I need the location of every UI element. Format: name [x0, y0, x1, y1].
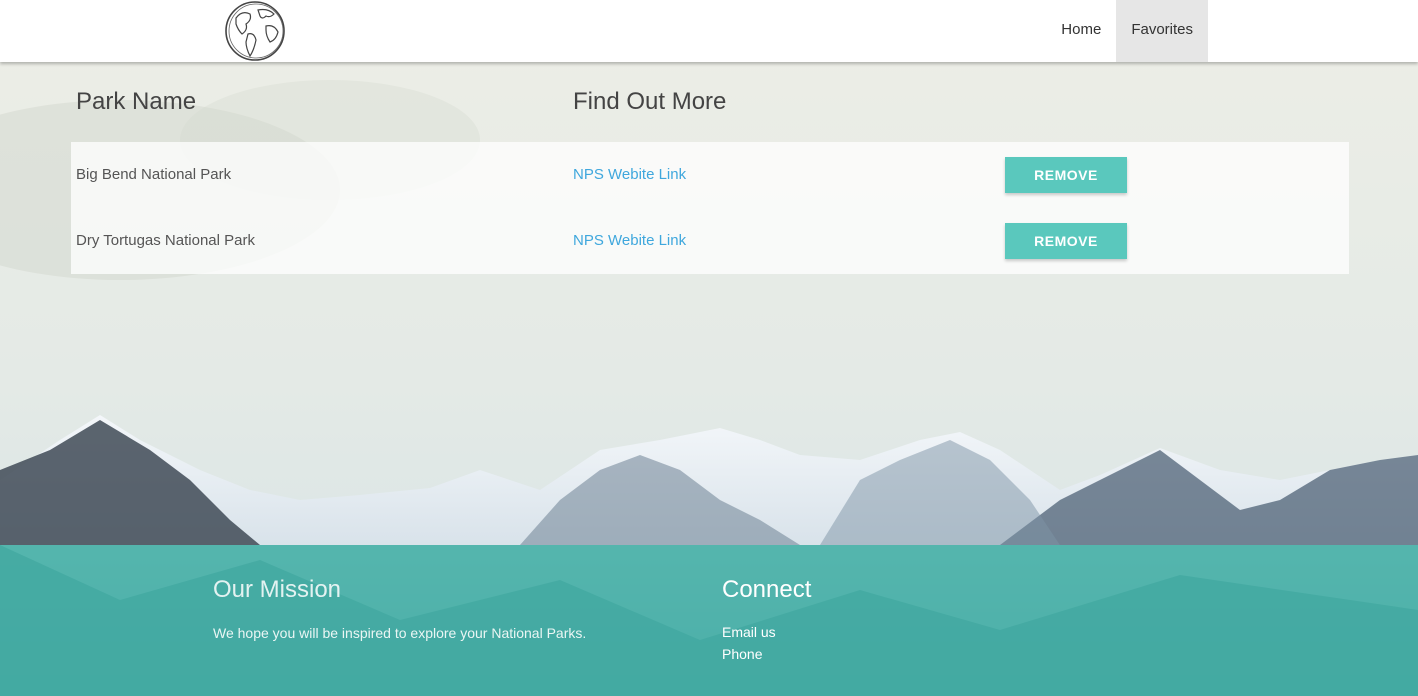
find-out-more-header: Find Out More — [573, 88, 727, 115]
table-body: Big Bend National Park NPS Webite Link R… — [71, 142, 1349, 274]
nav-item-favorites[interactable]: Favorites — [1116, 0, 1208, 62]
connect-title: Connect — [722, 576, 812, 603]
remove-button[interactable]: REMOVE — [1005, 223, 1127, 259]
email-us-link[interactable]: Email us — [722, 621, 776, 643]
park-name-cell: Big Bend National Park — [76, 166, 232, 183]
remove-button[interactable]: REMOVE — [1005, 157, 1127, 193]
park-name-header: Park Name — [76, 88, 197, 115]
mission-title: Our Mission — [213, 576, 342, 603]
connect-list: Email us Phone — [722, 621, 776, 665]
nav-menu: Home Favorites — [1046, 0, 1208, 62]
page-footer: Our Mission We hope you will be inspired… — [0, 545, 1418, 696]
globe-icon[interactable] — [222, 0, 290, 62]
nav-item-home[interactable]: Home — [1046, 0, 1116, 62]
table-header: Park Name Find Out More — [71, 62, 1349, 142]
table-row: Big Bend National Park NPS Webite Link R… — [71, 142, 1349, 208]
favorites-table: Park Name Find Out More Big Bend Nationa… — [71, 62, 1349, 274]
phone-link[interactable]: Phone — [722, 643, 776, 665]
table-row: Dry Tortugas National Park NPS Webite Li… — [71, 208, 1349, 274]
park-name-cell: Dry Tortugas National Park — [76, 232, 255, 249]
mission-text: We hope you will be inspired to explore … — [213, 625, 587, 641]
top-navbar: Home Favorites — [0, 0, 1418, 62]
nps-website-link[interactable]: NPS Webite Link — [573, 208, 686, 274]
nps-website-link[interactable]: NPS Webite Link — [573, 142, 686, 208]
